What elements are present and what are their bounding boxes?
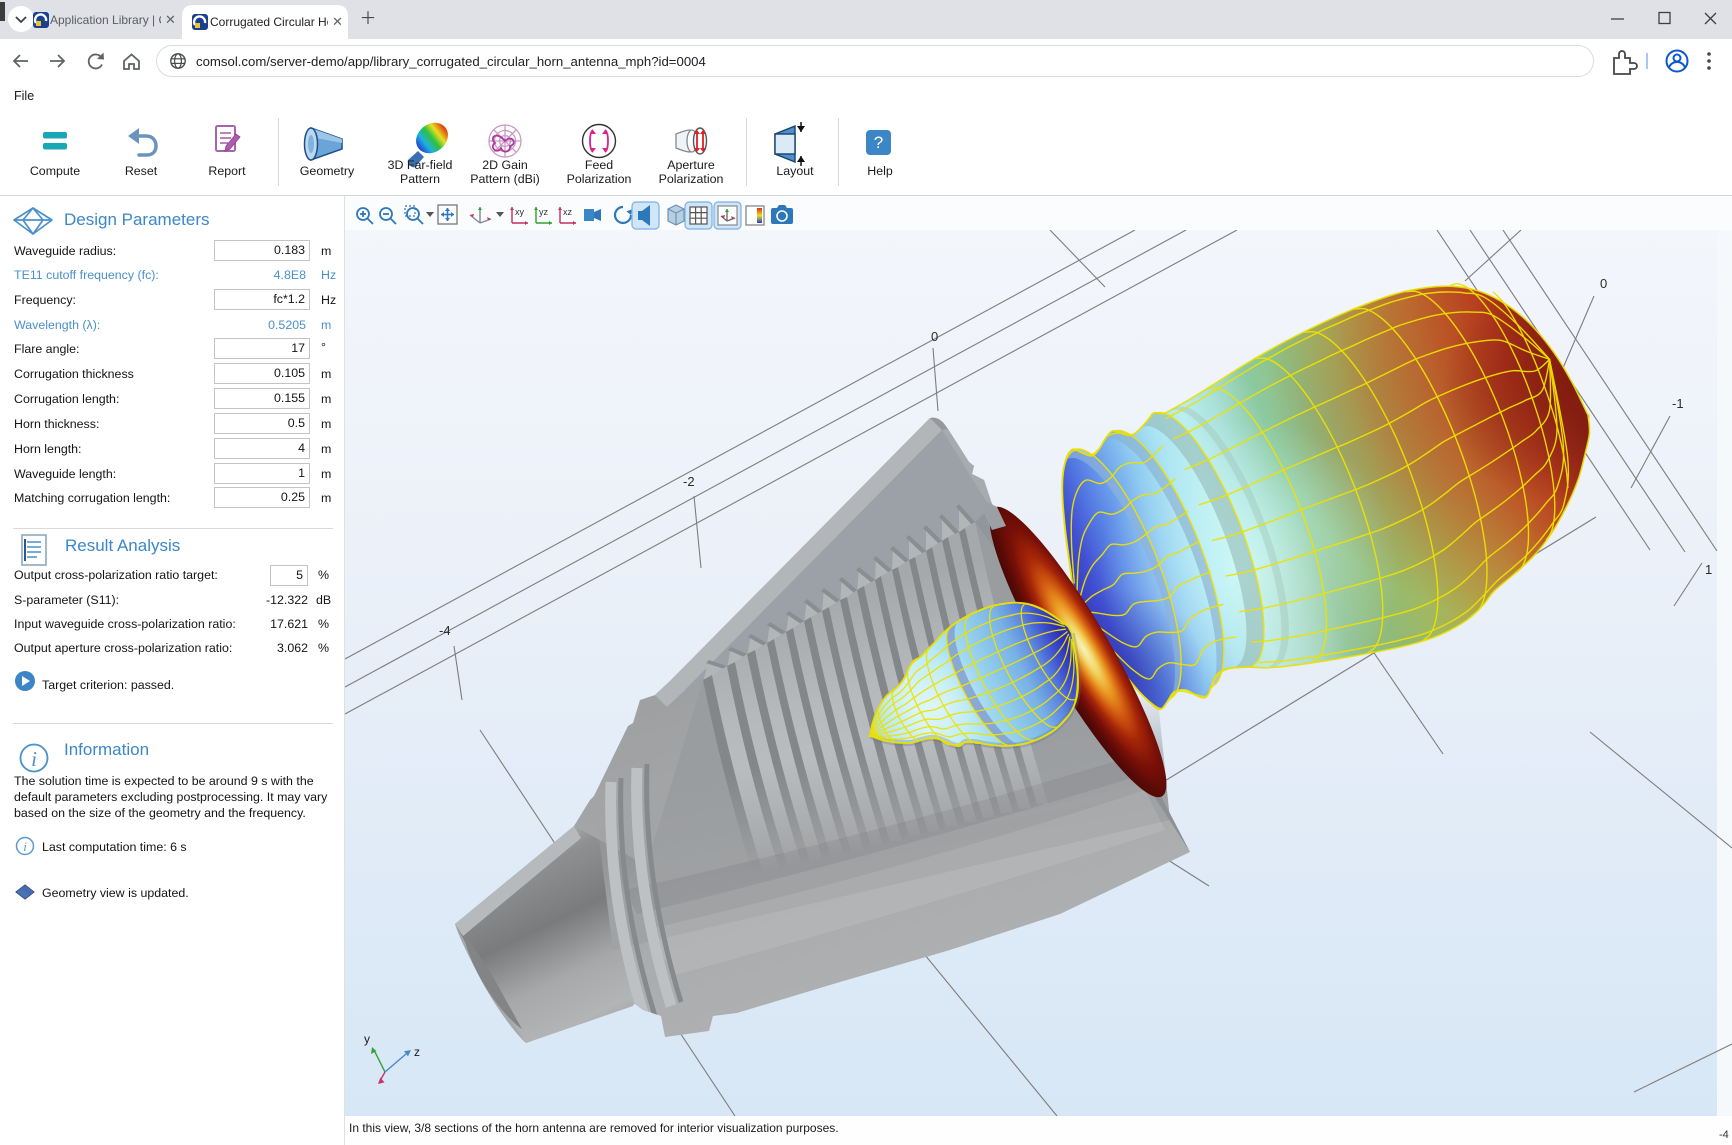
- svg-text:z: z: [414, 1045, 420, 1059]
- svg-text:-1: -1: [1672, 396, 1684, 411]
- svg-text:i: i: [23, 839, 27, 854]
- svg-text:yz: yz: [539, 207, 549, 217]
- svg-text:1: 1: [1705, 562, 1712, 577]
- svg-text:0: 0: [931, 329, 938, 344]
- svg-text:xy: xy: [515, 207, 525, 217]
- svg-text:-4: -4: [439, 623, 451, 638]
- svg-text:xz: xz: [563, 207, 573, 217]
- svg-text:0: 0: [1600, 276, 1607, 291]
- svg-text:-2: -2: [683, 474, 695, 489]
- svg-text:?: ?: [874, 133, 883, 152]
- svg-text:y: y: [364, 1032, 370, 1046]
- svg-text:i: i: [31, 747, 37, 771]
